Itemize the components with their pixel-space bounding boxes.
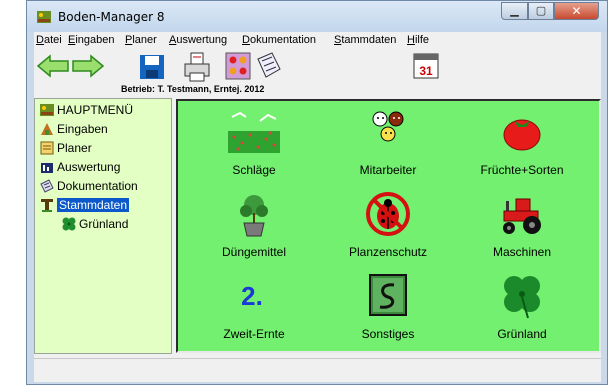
tree-item-dokumentation[interactable]: Dokumentation	[39, 177, 138, 195]
stammdaten-icon	[41, 199, 53, 212]
people-icon	[372, 111, 404, 142]
menu-datei[interactable]: Datei	[36, 34, 62, 46]
dokumentation-icon	[40, 179, 54, 193]
tile-schlaege[interactable]: Schläge	[194, 107, 314, 177]
tile-mitarbeiter[interactable]: Mitarbeiter	[328, 107, 448, 177]
main-menu-icon	[40, 104, 54, 116]
main-panel: Schläge Mitarbeiter Früchte+Sorten Dünge…	[176, 99, 601, 353]
title-bar[interactable]: Boden-Manager 8 ▁ ▢ ✕	[27, 1, 607, 32]
tile-maschinen[interactable]: Maschinen	[462, 189, 582, 259]
tree-item-auswertung[interactable]: Auswertung	[39, 158, 120, 176]
fruits-docs-icon[interactable]	[224, 51, 282, 81]
planer-icon	[40, 141, 54, 155]
menu-planer[interactable]: Planer	[125, 34, 157, 46]
field-icon	[228, 111, 280, 153]
menu-stammdaten[interactable]: Stammdaten	[334, 34, 396, 46]
menu-auswertung[interactable]: Auswertung	[169, 34, 227, 46]
menu-hilfe[interactable]: Hilfe	[407, 34, 429, 46]
betrieb-info: Betrieb: T. Testmann, Erntej. 2012	[121, 84, 265, 94]
number-two-icon: 2.	[241, 281, 263, 311]
window-title: Boden-Manager 8	[58, 10, 165, 24]
tile-gruenland[interactable]: Grünland	[462, 271, 582, 341]
tomato-icon	[503, 119, 541, 151]
tile-fruechte-sorten[interactable]: Früchte+Sorten	[462, 107, 582, 177]
forward-arrow-icon[interactable]	[71, 54, 105, 78]
minimize-button[interactable]: ▁	[501, 2, 528, 20]
app-icon	[37, 11, 51, 23]
status-bar	[34, 358, 601, 382]
maximize-button[interactable]: ▢	[528, 2, 554, 20]
tile-zweit-ernte[interactable]: 2. Zweit-Ernte	[194, 271, 314, 341]
tree-item-gruenland[interactable]: Grünland	[61, 215, 128, 233]
save-icon[interactable]	[138, 53, 166, 81]
close-button[interactable]: ✕	[554, 2, 599, 20]
printer-icon[interactable]	[182, 51, 212, 83]
plant-pot-icon	[240, 195, 268, 237]
tree-item-planer[interactable]: Planer	[39, 139, 92, 157]
clover-icon	[62, 217, 76, 231]
menu-dokumentation[interactable]: Dokumentation	[242, 34, 316, 46]
tree-item-stammdaten[interactable]: Stammdaten	[39, 196, 130, 214]
ladybug-prohibited-icon	[366, 192, 410, 236]
tree-item-eingaben[interactable]: Eingaben	[39, 120, 108, 138]
clover-icon	[504, 276, 540, 319]
tree-item-hauptmenue[interactable]: HAUPTMENÜ	[39, 101, 133, 119]
svg-text:31: 31	[419, 64, 433, 78]
eingaben-icon	[41, 123, 53, 135]
menu-bar: Datei Eingaben Planer Auswertung Dokumen…	[34, 32, 601, 49]
svg-text:2.: 2.	[241, 281, 263, 311]
toolbar: 31 Betrieb: T. Testmann, Erntej. 2012	[34, 50, 601, 97]
auswertung-icon	[41, 163, 53, 173]
navigation-tree: HAUPTMENÜ Eingaben Planer Auswertung Dok…	[34, 98, 172, 354]
tractor-icon	[503, 198, 541, 234]
misc-icon	[369, 274, 407, 316]
tile-duengemittel[interactable]: Düngemittel	[194, 189, 314, 259]
tile-sonstiges[interactable]: Sonstiges	[328, 271, 448, 341]
back-arrow-icon[interactable]	[36, 54, 70, 78]
calendar-icon[interactable]: 31	[411, 51, 441, 81]
app-window: Boden-Manager 8 ▁ ▢ ✕ Datei Eingaben Pla…	[26, 0, 608, 385]
menu-eingaben[interactable]: Eingaben	[68, 34, 115, 46]
tile-planzenschutz[interactable]: Planzenschutz	[328, 189, 448, 259]
client-area: Datei Eingaben Planer Auswertung Dokumen…	[34, 32, 601, 382]
